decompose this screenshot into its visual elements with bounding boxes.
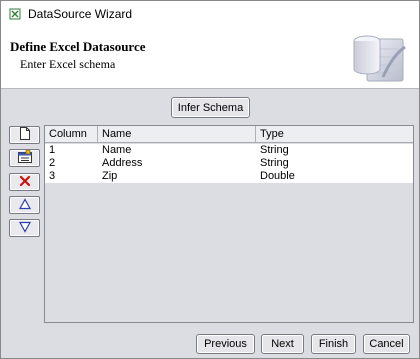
database-graphic-icon bbox=[349, 29, 409, 85]
cell-name[interactable]: Zip bbox=[98, 170, 256, 183]
cell-column[interactable]: 3 bbox=[45, 170, 98, 183]
move-down-icon bbox=[18, 221, 31, 236]
schema-table[interactable]: Column Name Type 1 Name String 2 Address… bbox=[44, 125, 414, 323]
page-subheading: Enter Excel schema bbox=[20, 57, 116, 71]
cell-name[interactable]: Name bbox=[98, 144, 256, 157]
cell-column[interactable]: 2 bbox=[45, 157, 98, 170]
table-body: 1 Name String 2 Address String 3 Zip Dou… bbox=[45, 144, 413, 183]
previous-button[interactable]: Previous bbox=[196, 334, 255, 354]
table-row[interactable]: 3 Zip Double bbox=[45, 170, 413, 183]
column-header-name[interactable]: Name bbox=[98, 126, 256, 142]
delete-row-button[interactable] bbox=[9, 173, 40, 191]
cell-type[interactable]: String bbox=[256, 144, 413, 157]
column-header-type[interactable]: Type bbox=[256, 126, 413, 142]
column-header-column[interactable]: Column bbox=[45, 126, 98, 142]
app-icon bbox=[9, 8, 21, 20]
move-down-button[interactable] bbox=[9, 219, 40, 237]
title-bar: DataSource Wizard bbox=[1, 1, 419, 27]
window-title: DataSource Wizard bbox=[28, 7, 133, 21]
table-row[interactable]: 1 Name String bbox=[45, 144, 413, 157]
move-up-icon bbox=[18, 197, 31, 213]
delete-icon bbox=[19, 175, 31, 190]
cell-name[interactable]: Address bbox=[98, 157, 256, 170]
import-columns-button[interactable] bbox=[9, 149, 40, 167]
cell-type[interactable]: String bbox=[256, 157, 413, 170]
page-heading: Define Excel Datasource bbox=[10, 39, 146, 54]
add-row-button[interactable] bbox=[9, 126, 40, 144]
import-icon bbox=[17, 149, 32, 166]
table-header: Column Name Type bbox=[45, 126, 413, 143]
table-row[interactable]: 2 Address String bbox=[45, 157, 413, 170]
cancel-button[interactable]: Cancel bbox=[363, 334, 410, 354]
move-up-button[interactable] bbox=[9, 196, 40, 214]
cell-type[interactable]: Double bbox=[256, 170, 413, 183]
cell-column[interactable]: 1 bbox=[45, 144, 98, 157]
wizard-window: DataSource Wizard Define Excel Datasourc… bbox=[0, 0, 420, 359]
new-row-icon bbox=[19, 127, 31, 143]
finish-button[interactable]: Finish bbox=[311, 334, 356, 354]
wizard-header: Define Excel Datasource Enter Excel sche… bbox=[1, 27, 419, 89]
next-button[interactable]: Next bbox=[261, 334, 304, 354]
infer-schema-button[interactable]: Infer Schema bbox=[171, 97, 250, 118]
